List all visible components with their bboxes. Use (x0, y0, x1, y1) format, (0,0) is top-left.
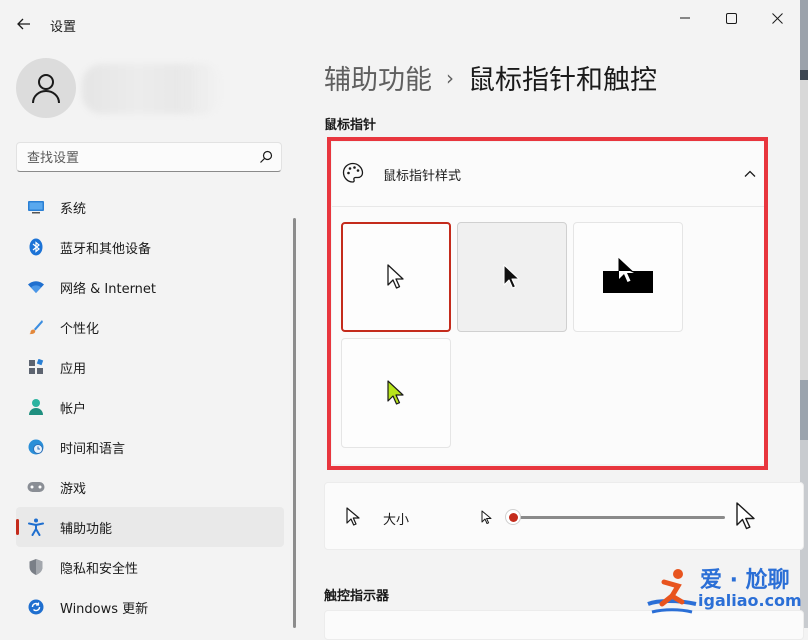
monitor-icon (26, 197, 46, 217)
section-touch-indicator-label: 触控指示器 (324, 589, 390, 604)
sidebar-item-time-language[interactable]: 时间和语言 (16, 427, 284, 467)
pointer-style-title: 鼠标指针样式 (383, 169, 462, 184)
breadcrumb-parent[interactable]: 辅助功能 (324, 58, 432, 97)
pointer-style-expander: 鼠标指针样式 (332, 142, 764, 464)
sidebar-item-label: 辅助功能 (60, 521, 113, 537)
pointer-style-inverted[interactable] (573, 222, 683, 332)
sidebar-item-apps[interactable]: 应用 (16, 347, 284, 387)
watermark-title: 爱 · 尬聊 (700, 568, 790, 593)
sidebar-item-label: 隐私和安全性 (60, 561, 139, 577)
lime-cursor-icon (387, 380, 404, 405)
shield-icon (26, 557, 46, 577)
sidebar-item-system[interactable]: 系统 (16, 187, 284, 227)
arrow-left-icon (17, 18, 30, 30)
large-cursor-icon (736, 502, 755, 530)
update-icon (26, 597, 46, 617)
minimize-button[interactable] (662, 4, 708, 32)
sidebar-item-accounts[interactable]: 帐户 (16, 387, 284, 427)
slider-thumb[interactable] (505, 509, 521, 525)
pointer-style-custom[interactable] (341, 338, 451, 448)
breadcrumb-separator: › (446, 65, 454, 90)
sidebar-item-label: 个性化 (60, 321, 100, 337)
inverted-cursor-icon (603, 257, 653, 293)
chevron-up-icon[interactable] (742, 166, 758, 182)
sidebar-nav: 系统 蓝牙和其他设备 网络 & Internet 个性化 应用 帐户 时间和语言… (16, 187, 284, 627)
cursor-size-icon (346, 507, 360, 526)
active-indicator (16, 519, 19, 535)
person-icon (32, 74, 60, 104)
search-icon (260, 150, 273, 163)
size-label: 大小 (383, 513, 410, 528)
pointer-style-white[interactable] (341, 222, 451, 332)
back-button[interactable] (12, 12, 36, 36)
white-cursor-icon (387, 264, 404, 289)
sidebar-item-personalization[interactable]: 个性化 (16, 307, 284, 347)
sidebar-item-network[interactable]: 网络 & Internet (16, 267, 284, 307)
sidebar-item-label: 帐户 (60, 401, 87, 417)
accessibility-icon (26, 517, 46, 537)
sidebar-scrollbar[interactable] (293, 218, 296, 628)
sidebar-item-privacy[interactable]: 隐私和安全性 (16, 547, 284, 587)
section-mouse-pointer-label: 鼠标指针 (324, 118, 377, 133)
brush-icon (26, 317, 46, 337)
slider-track (513, 516, 725, 519)
sidebar-item-bluetooth[interactable]: 蓝牙和其他设备 (16, 227, 284, 267)
watermark-logo-icon (647, 569, 697, 614)
sidebar-item-windows-update[interactable]: Windows 更新 (16, 587, 284, 627)
sidebar-item-label: 网络 & Internet (60, 281, 157, 297)
small-cursor-icon (481, 510, 492, 524)
person-icon (26, 397, 46, 417)
close-button[interactable] (754, 4, 800, 32)
maximize-icon (725, 12, 737, 24)
black-cursor-icon (503, 264, 520, 289)
sidebar-item-label: 时间和语言 (60, 441, 126, 457)
sidebar-item-label: 应用 (60, 361, 87, 377)
bluetooth-icon (26, 237, 46, 257)
pointer-size-slider[interactable] (505, 509, 727, 525)
minimize-icon (680, 17, 690, 19)
sidebar-item-label: 蓝牙和其他设备 (60, 241, 152, 257)
sidebar-item-accessibility[interactable]: 辅助功能 (16, 507, 284, 547)
watermark-url: igaliao.com (698, 591, 802, 610)
wifi-icon (26, 277, 46, 297)
site-watermark: 爱 · 尬聊 igaliao.com (640, 560, 802, 626)
avatar[interactable] (16, 58, 76, 118)
clock-globe-icon (26, 437, 46, 457)
apps-icon (26, 357, 46, 377)
sidebar-item-label: 游戏 (60, 481, 87, 497)
user-name-blurred (82, 64, 222, 114)
gamepad-icon (26, 477, 46, 497)
breadcrumb: 辅助功能 › 鼠标指针和触控 (324, 58, 657, 97)
pointer-size-card: 大小 (324, 482, 804, 550)
sidebar-item-label: 系统 (60, 201, 87, 217)
palette-icon (342, 162, 364, 183)
search-box[interactable] (16, 142, 282, 172)
pointer-style-black[interactable] (457, 222, 567, 332)
maximize-button[interactable] (708, 4, 754, 32)
search-input[interactable] (25, 148, 249, 168)
page-title: 鼠标指针和触控 (468, 65, 657, 96)
sidebar-item-gaming[interactable]: 游戏 (16, 467, 284, 507)
sidebar-item-label: Windows 更新 (60, 601, 149, 617)
app-title: 设置 (50, 20, 77, 35)
close-icon (771, 12, 783, 24)
pointer-style-header[interactable]: 鼠标指针样式 (332, 142, 764, 207)
